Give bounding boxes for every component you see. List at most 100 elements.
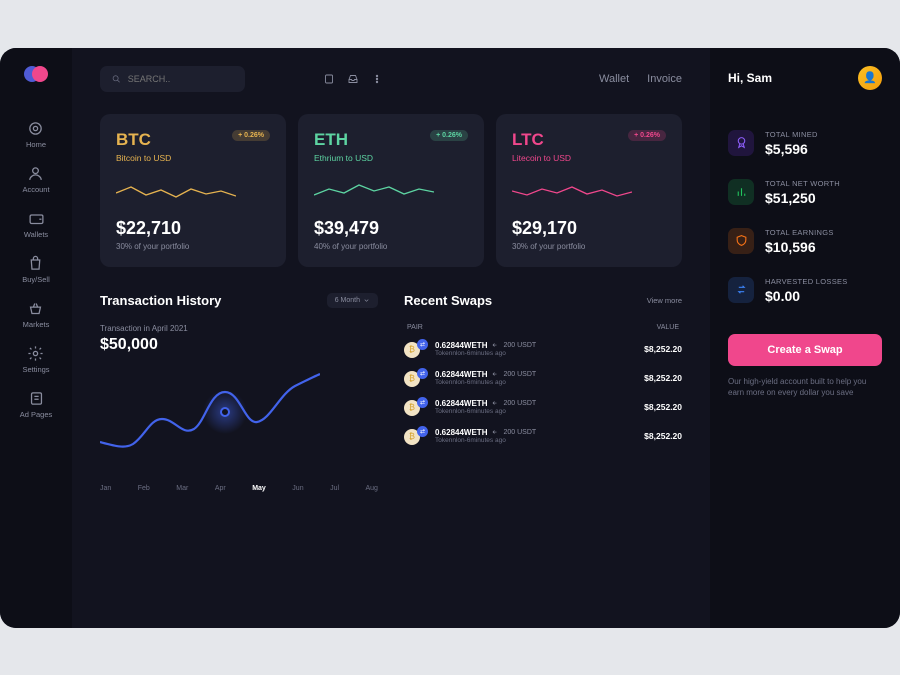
search-box[interactable]	[100, 66, 245, 92]
recent-swaps: Recent Swaps View more PAIR VALUE ₿⇄ 0.6…	[404, 293, 682, 492]
card-subtitle: Ethrium to USD	[314, 153, 468, 163]
change-badge: + 0.26%	[628, 130, 666, 141]
top-icons	[323, 73, 383, 85]
swap-pair: 0.62844WETH 200 USDT	[435, 341, 637, 350]
card-subtitle: Bitcoin to USD	[116, 153, 270, 163]
stat-label: TOTAL NET WORTH	[765, 179, 882, 188]
swap-pair: 0.62844WETH 200 USDT	[435, 370, 637, 379]
swap-row[interactable]: ₿⇄ 0.62844WETH 200 USDT Tokennlon-6minut…	[404, 426, 682, 446]
helper-text: Our high-yield account built to help you…	[728, 376, 882, 398]
change-badge: + 0.26%	[430, 130, 468, 141]
swap-time: Tokennlon-6minutes ago	[435, 437, 637, 444]
avatar[interactable]: 👤	[858, 66, 882, 90]
nav-label: Wallets	[24, 230, 48, 239]
stat-value: $0.00	[765, 288, 882, 304]
transaction-value: $50,000	[100, 336, 378, 354]
swap-table-header: PAIR VALUE	[404, 324, 682, 331]
swap-row[interactable]: ₿⇄ 0.62844WETH 200 USDT Tokennlon-6minut…	[404, 339, 682, 359]
swap-pair: 0.62844WETH 200 USDT	[435, 428, 637, 437]
basket-icon	[27, 300, 44, 317]
crypto-cards: BTC + 0.26% Bitcoin to USD $22,710 30% o…	[100, 114, 682, 267]
month-label: Jun	[292, 485, 303, 492]
sparkline-icon	[512, 175, 632, 201]
swap-row[interactable]: ₿⇄ 0.62844WETH 200 USDT Tokennlon-6minut…	[404, 397, 682, 417]
sidebar-item-home[interactable]: Home	[26, 120, 46, 149]
create-swap-button[interactable]: Create a Swap	[728, 334, 882, 366]
wallet-link[interactable]: Wallet	[599, 73, 629, 85]
month-label: Apr	[215, 485, 226, 492]
card-price: $29,170	[512, 218, 666, 239]
swap-value: $8,252.20	[644, 402, 682, 412]
stat-harvested: HARVESTED LOSSES $0.00	[728, 277, 882, 304]
sidebar-item-wallets[interactable]: Wallets	[24, 210, 48, 239]
swap-icon	[728, 277, 754, 303]
nav-label: Settings	[22, 365, 49, 374]
sidebar-item-markets[interactable]: Markets	[23, 300, 50, 329]
card-btc[interactable]: BTC + 0.26% Bitcoin to USD $22,710 30% o…	[100, 114, 286, 267]
stat-mined: TOTAL MINED$5,596	[728, 130, 882, 157]
sidebar-item-settings[interactable]: Settings	[22, 345, 49, 374]
more-icon[interactable]	[371, 73, 383, 85]
card-portfolio: 30% of your portfolio	[512, 242, 666, 251]
topbar: Wallet Invoice	[100, 66, 682, 92]
stat-label: HARVESTED LOSSES	[765, 277, 882, 286]
swap-time: Tokennlon-6minutes ago	[435, 408, 637, 415]
logo	[24, 66, 48, 86]
change-badge: + 0.26%	[232, 130, 270, 141]
inbox-icon[interactable]	[347, 73, 359, 85]
search-input[interactable]	[128, 74, 233, 84]
gear-icon	[27, 345, 44, 362]
stat-label: TOTAL MINED	[765, 130, 882, 139]
greeting: Hi, Sam	[728, 71, 772, 85]
swap-value: $8,252.20	[644, 431, 682, 441]
wallet-icon	[28, 210, 45, 227]
card-ltc[interactable]: LTC + 0.26% Litecoin to USD $29,170 30% …	[496, 114, 682, 267]
card-eth[interactable]: ETH + 0.26% Ethrium to USD $39,479 40% o…	[298, 114, 484, 267]
swap-pair-icons: ₿⇄	[404, 426, 428, 446]
sidebar-item-buysell[interactable]: Buy/Sell	[22, 255, 50, 284]
nav-label: Account	[22, 185, 49, 194]
shield-icon	[728, 228, 754, 254]
arrow-icon	[491, 400, 499, 406]
sidebar-item-adpages[interactable]: Ad Pages	[20, 390, 53, 419]
card-portfolio: 40% of your portfolio	[314, 242, 468, 251]
main-content: Wallet Invoice BTC + 0.26% Bitcoin to US…	[72, 48, 710, 628]
card-subtitle: Litecoin to USD	[512, 153, 666, 163]
transaction-history: Transaction History 6 Month Transaction …	[100, 293, 378, 492]
ticker: LTC	[512, 130, 544, 150]
sidebar-item-account[interactable]: Account	[22, 165, 49, 194]
right-panel: Hi, Sam 👤 TOTAL MINED$5,596 TOTAL NET WO…	[710, 48, 900, 628]
bag-icon	[27, 255, 44, 272]
swap-pair: 0.62844WETH 200 USDT	[435, 399, 637, 408]
col-pair: PAIR	[407, 324, 423, 331]
period-dropdown[interactable]: 6 Month	[327, 293, 378, 308]
month-label: Jul	[330, 485, 339, 492]
swap-pair-icons: ₿⇄	[404, 397, 428, 417]
swap-pair-icons: ₿⇄	[404, 339, 428, 359]
note-icon[interactable]	[323, 73, 335, 85]
arrow-icon	[491, 371, 499, 377]
ticker: ETH	[314, 130, 348, 150]
month-label: Mar	[176, 485, 188, 492]
history-chart	[100, 364, 320, 474]
bars-icon	[728, 179, 754, 205]
card-portfolio: 30% of your portfolio	[116, 242, 270, 251]
chevron-down-icon	[363, 297, 370, 304]
pages-icon	[28, 390, 45, 407]
month-label: Aug	[365, 485, 377, 492]
swap-pair-icons: ₿⇄	[404, 368, 428, 388]
stat-value: $10,596	[765, 239, 882, 255]
view-more-link[interactable]: View more	[647, 296, 682, 305]
nav-label: Markets	[23, 320, 50, 329]
month-label: Feb	[138, 485, 150, 492]
home-icon	[27, 120, 44, 137]
card-price: $22,710	[116, 218, 270, 239]
swap-row[interactable]: ₿⇄ 0.62844WETH 200 USDT Tokennlon-6minut…	[404, 368, 682, 388]
nav-label: Buy/Sell	[22, 275, 50, 284]
swap-time: Tokennlon-6minutes ago	[435, 350, 637, 357]
swap-value: $8,252.20	[644, 344, 682, 354]
medal-icon	[728, 130, 754, 156]
invoice-link[interactable]: Invoice	[647, 73, 682, 85]
month-label-active: May	[252, 485, 266, 492]
arrow-icon	[491, 429, 499, 435]
